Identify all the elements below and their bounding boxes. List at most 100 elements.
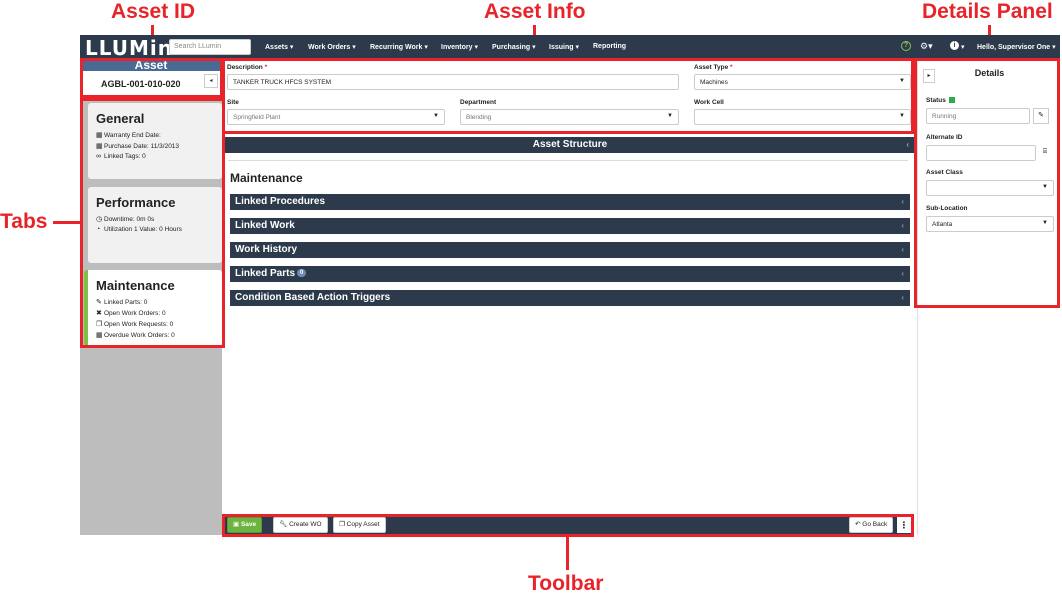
asset-class-select[interactable]: ▼ xyxy=(926,180,1054,196)
work-cell-label: Work Cell xyxy=(694,99,724,106)
collapse-sidebar-button[interactable]: ◂ xyxy=(204,74,218,88)
tab-line: ▦Warranty End Date: xyxy=(96,132,161,139)
alternate-id-field[interactable] xyxy=(926,145,1036,161)
chevron-left-icon: ‹ xyxy=(906,140,909,149)
link-icon: ∞ xyxy=(96,153,101,160)
tab-line: ✎ Linked Parts: 0 xyxy=(96,299,148,306)
accordion-condition-triggers[interactable]: Condition Based Action Triggers ‹ xyxy=(230,290,910,306)
chevron-down-icon: ▼ xyxy=(433,113,439,119)
asset-type-label: Asset Type * xyxy=(694,64,733,71)
chevron-left-icon: ‹ xyxy=(901,197,904,206)
details-panel: ▸ Details Status Running ✎ Alternate ID … xyxy=(917,59,1060,535)
accordion-work-history[interactable]: Work History ‹ xyxy=(230,242,910,258)
tools-icon: ✖ xyxy=(96,310,102,317)
dashboard-icon: ◔ xyxy=(96,226,101,233)
copy-icon: ❐ xyxy=(96,321,103,328)
barcode-scan-icon[interactable]: ⌸ xyxy=(1037,145,1053,161)
nav-purchasing[interactable]: Purchasing ▾ xyxy=(492,43,536,51)
work-cell-select[interactable]: ▼ xyxy=(694,109,911,125)
asset-id: AGBL-001-010-020 xyxy=(101,79,181,89)
asset-header: Asset xyxy=(80,59,222,71)
chevron-down-icon: ▼ xyxy=(899,78,905,84)
info-caret[interactable]: ▾ xyxy=(961,43,965,51)
wrench-icon: 🔧︎ xyxy=(279,521,288,528)
alternate-id-label: Alternate ID xyxy=(926,134,963,141)
site-select[interactable]: Springfield Plant ▼ xyxy=(227,109,445,125)
site-label: Site xyxy=(227,99,239,106)
accordion-linked-procedures[interactable]: Linked Procedures ‹ xyxy=(230,194,910,210)
chevron-down-icon: ▼ xyxy=(1042,220,1048,226)
department-select[interactable]: Blending ▼ xyxy=(460,109,679,125)
chevron-left-icon: ‹ xyxy=(901,269,904,278)
section-title: Maintenance xyxy=(230,171,303,185)
tab-line: ◔ Utilization 1 Value: 0 Hours xyxy=(96,226,182,233)
description-label: Description * xyxy=(227,64,268,71)
tab-maintenance[interactable]: Maintenance ✎ Linked Parts: 0 ✖ Open Work … xyxy=(84,270,222,346)
chevron-left-icon: ‹ xyxy=(901,293,904,302)
search-input[interactable]: Search LLumin xyxy=(169,39,251,55)
sub-location-select[interactable]: Atlanta ▼ xyxy=(926,216,1054,232)
count-badge: 0 xyxy=(297,269,307,278)
calendar-icon: ▦ xyxy=(96,143,103,150)
calendar-icon: ▦ xyxy=(96,132,103,139)
tab-performance[interactable]: Performance ◷ Downtime: 0m 0s ◔ Utilizatio… xyxy=(88,187,222,263)
edit-icon[interactable]: ✎ xyxy=(1033,108,1049,124)
annotation-tabs: Tabs xyxy=(0,210,48,233)
annotation-pointer xyxy=(53,221,80,224)
annotation-asset-info: Asset Info xyxy=(484,0,586,23)
user-menu[interactable]: Hello, Supervisor One ▾ xyxy=(977,43,1056,51)
tab-title: Performance xyxy=(96,195,176,210)
create-wo-button[interactable]: 🔧︎ Create WO xyxy=(273,517,328,533)
nav-assets[interactable]: Assets ▾ xyxy=(265,43,293,51)
nav-work-orders[interactable]: Work Orders ▾ xyxy=(308,43,356,51)
info-icon[interactable]: i xyxy=(950,41,959,50)
tab-line: ✖ Open Work Orders: 0 xyxy=(96,310,166,317)
bottom-toolbar: ▣ Save 🔧︎ Create WO ❐ Copy Asset ↶ Go Ba… xyxy=(222,515,914,535)
chevron-down-icon: ▼ xyxy=(667,113,673,119)
clock-icon: ◷ xyxy=(96,216,103,223)
nav-issuing[interactable]: Issuing ▾ xyxy=(549,43,579,51)
nav-recurring-work[interactable]: Recurring Work ▾ xyxy=(370,43,428,51)
more-options-button[interactable]: ⋮ xyxy=(897,517,911,533)
calendar-alert-icon: ▦ xyxy=(96,332,103,339)
wrench-icon: ✎ xyxy=(96,299,102,306)
app-window: LLUMin Search LLumin Assets ▾ Work Order… xyxy=(80,35,1060,535)
status-field[interactable]: Running xyxy=(926,108,1030,124)
tab-title: General xyxy=(96,111,145,126)
help-icon[interactable]: ? xyxy=(901,41,911,51)
chevron-down-icon: ▼ xyxy=(1042,184,1048,190)
details-title: Details xyxy=(974,68,1005,78)
chevron-left-icon: ‹ xyxy=(901,221,904,230)
tab-general[interactable]: General ▦Warranty End Date: ▦Purchase Da… xyxy=(88,103,222,179)
annotation-details-panel: Details Panel xyxy=(922,0,1053,23)
department-label: Department xyxy=(460,99,497,106)
gear-caret: ▾ xyxy=(928,41,933,51)
description-field[interactable]: TANKER TRUCK HFCS SYSTEM xyxy=(227,74,679,90)
gear-icon[interactable]: ⚙▾ xyxy=(920,41,933,52)
asset-structure-title: Asset Structure xyxy=(532,139,608,150)
copy-asset-button[interactable]: ❐ Copy Asset xyxy=(333,517,386,533)
status-label: Status xyxy=(926,97,955,104)
copy-icon: ❐ xyxy=(339,521,345,528)
asset-sidebar: Asset AGBL-001-010-020 ◂ General ▦Warran… xyxy=(80,59,222,535)
nav-reporting[interactable]: Reporting xyxy=(593,43,626,50)
divider xyxy=(228,160,908,161)
save-button[interactable]: ▣ Save xyxy=(227,517,263,533)
main-content: Description * TANKER TRUCK HFCS SYSTEM A… xyxy=(222,59,917,535)
tab-line: ❐ Open Work Requests: 0 xyxy=(96,321,174,328)
llumin-logo[interactable]: LLUMin xyxy=(85,36,173,60)
asset-type-select[interactable]: Machines ▼ xyxy=(694,74,911,90)
asset-structure-bar[interactable]: Asset Structure ‹ xyxy=(225,137,915,153)
go-back-button[interactable]: ↶ Go Back xyxy=(849,517,894,533)
nav-inventory[interactable]: Inventory ▾ xyxy=(441,43,478,51)
top-nav-bar: LLUMin Search LLumin Assets ▾ Work Order… xyxy=(80,35,1060,60)
accordion-linked-parts[interactable]: Linked Parts 0 ‹ xyxy=(230,266,910,282)
tab-line: ▦Purchase Date: 11/3/2013 xyxy=(96,143,180,150)
status-indicator xyxy=(948,97,955,104)
accordion-linked-work[interactable]: Linked Work ‹ xyxy=(230,218,910,234)
tab-line: ∞ Linked Tags: 0 xyxy=(96,153,146,160)
annotation-toolbar: Toolbar xyxy=(528,572,604,595)
tab-line: ◷ Downtime: 0m 0s xyxy=(96,216,155,223)
annotation-pointer xyxy=(566,537,569,570)
tab-line: ▦Overdue Work Orders: 0 xyxy=(96,332,175,339)
